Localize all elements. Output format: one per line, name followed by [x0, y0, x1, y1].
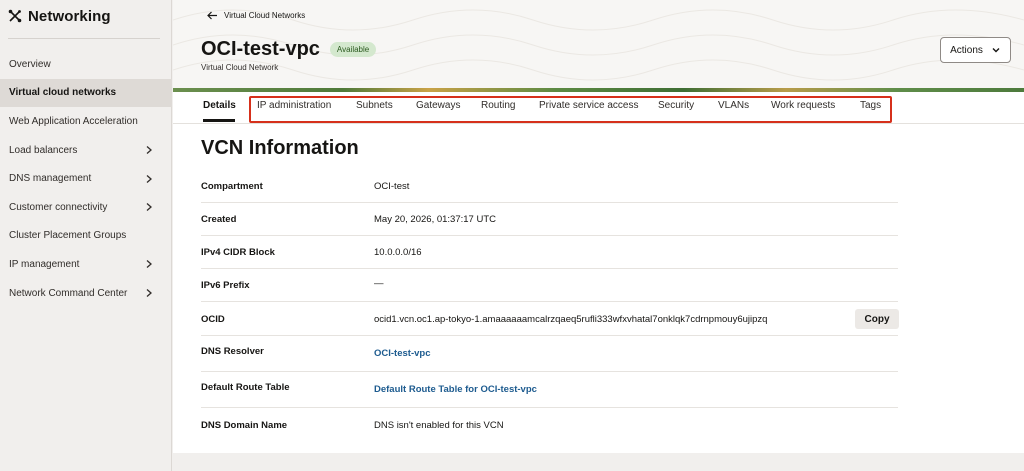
actions-button[interactable]: Actions: [940, 37, 1011, 63]
info-row-default-route-table: Default Route Table Default Route Table …: [201, 372, 898, 408]
sidebar-item-label: Load balancers: [9, 144, 78, 156]
info-label: IPv4 CIDR Block: [201, 247, 275, 258]
brand: Networking: [8, 6, 111, 26]
info-value: OCI-test: [374, 181, 410, 192]
sidebar-nav: Overview Virtual cloud networks Web Appl…: [0, 50, 172, 307]
sidebar-item-label: Customer connectivity: [9, 201, 108, 213]
chevron-right-icon: [146, 260, 152, 269]
networking-icon: [8, 9, 22, 23]
sidebar: Networking Overview Virtual cloud networ…: [0, 0, 172, 471]
tabs-bar: Details IP administration Subnets Gatewa…: [173, 92, 1024, 124]
dns-resolver-link[interactable]: OCI-test-vpc: [374, 348, 430, 359]
section-title: VCN Information: [201, 137, 359, 159]
main-content: Virtual Cloud Networks OCI-test-vpc Avai…: [173, 0, 1024, 471]
info-label: DNS Domain Name: [201, 420, 288, 431]
sidebar-title: Networking: [28, 7, 111, 25]
sidebar-item-label: IP management: [9, 258, 80, 270]
tab-vlans[interactable]: VLANs: [718, 100, 749, 111]
sidebar-item-label: Cluster Placement Groups: [9, 230, 127, 242]
sidebar-item-label: Virtual cloud networks: [9, 87, 117, 99]
tab-routing[interactable]: Routing: [481, 100, 515, 111]
back-link-label: Virtual Cloud Networks: [224, 11, 306, 20]
sidebar-item-network-command-center[interactable]: Network Command Center: [0, 279, 172, 308]
sidebar-item-label: DNS management: [9, 173, 92, 185]
info-value: 10.0.0.0/16: [374, 247, 422, 258]
sidebar-item-load-balancers[interactable]: Load balancers: [0, 136, 172, 165]
tab-security[interactable]: Security: [658, 100, 694, 111]
sidebar-item-label: Overview: [9, 58, 51, 70]
info-value: May 20, 2026, 01:37:17 UTC: [374, 214, 496, 225]
info-label: Default Route Table: [201, 382, 290, 393]
chevron-right-icon: [146, 203, 152, 212]
sidebar-item-customer-connectivity[interactable]: Customer connectivity: [0, 193, 172, 222]
copy-button[interactable]: Copy: [855, 309, 899, 329]
info-value: —: [374, 278, 384, 289]
tab-tags[interactable]: Tags: [860, 100, 881, 111]
active-tab-indicator: [203, 119, 235, 122]
tab-work-requests[interactable]: Work requests: [771, 100, 835, 111]
sidebar-item-label: Web Application Acceleration: [9, 115, 138, 127]
page-header: Virtual Cloud Networks OCI-test-vpc Avai…: [173, 0, 1024, 92]
info-label: Created: [201, 214, 237, 225]
info-label: Compartment: [201, 181, 263, 192]
chevron-right-icon: [146, 174, 152, 183]
sidebar-item-cluster-placement-groups[interactable]: Cluster Placement Groups: [0, 222, 172, 251]
info-row-ipv4-cidr: IPv4 CIDR Block 10.0.0.0/16: [201, 236, 898, 269]
sidebar-item-overview[interactable]: Overview: [0, 50, 172, 79]
page-title: OCI-test-vpc: [201, 38, 320, 60]
page-subtitle: Virtual Cloud Network: [201, 63, 279, 72]
tab-gateways[interactable]: Gateways: [416, 100, 460, 111]
info-label: DNS Resolver: [201, 346, 264, 357]
footer-band: [173, 453, 1024, 471]
info-label: OCID: [201, 314, 225, 325]
title-row: OCI-test-vpc Available: [201, 38, 377, 61]
tab-subnets[interactable]: Subnets: [356, 100, 393, 111]
tab-details[interactable]: Details: [203, 100, 236, 111]
info-row-created: Created May 20, 2026, 01:37:17 UTC: [201, 203, 898, 236]
info-row-ocid: OCID ocid1.vcn.oc1.ap-tokyo-1.amaaaaaamc…: [201, 302, 899, 336]
info-row-dns-domain-name: DNS Domain Name DNS isn't enabled for th…: [201, 408, 898, 442]
sidebar-item-label: Network Command Center: [9, 287, 128, 299]
info-row-ipv6-prefix: IPv6 Prefix —: [201, 269, 898, 302]
chevron-down-icon: [992, 48, 1000, 53]
actions-button-label: Actions: [950, 44, 983, 56]
sidebar-item-virtual-cloud-networks[interactable]: Virtual cloud networks: [0, 78, 172, 108]
info-label: IPv6 Prefix: [201, 280, 250, 291]
tab-private-service-access[interactable]: Private service access: [539, 100, 638, 111]
default-route-table-link[interactable]: Default Route Table for OCI-test-vpc: [374, 384, 537, 395]
sidebar-item-dns-management[interactable]: DNS management: [0, 164, 172, 193]
back-to-vcn-list-link[interactable]: Virtual Cloud Networks: [207, 11, 305, 20]
tab-ip-administration[interactable]: IP administration: [257, 100, 331, 111]
sidebar-item-web-application-acceleration[interactable]: Web Application Acceleration: [0, 107, 172, 136]
ocid-value: ocid1.vcn.oc1.ap-tokyo-1.amaaaaaamcalrzq…: [374, 314, 768, 325]
sidebar-item-ip-management[interactable]: IP management: [0, 250, 172, 279]
arrow-left-icon: [207, 11, 217, 20]
status-badge: Available: [329, 42, 377, 57]
chevron-right-icon: [146, 146, 152, 155]
info-value: DNS isn't enabled for this VCN: [374, 420, 504, 431]
chevron-right-icon: [146, 289, 152, 298]
info-row-compartment: Compartment OCI-test: [201, 170, 898, 203]
sidebar-divider: [8, 38, 160, 39]
vcn-info-table: Compartment OCI-test Created May 20, 202…: [201, 170, 899, 442]
info-row-dns-resolver: DNS Resolver OCI-test-vpc: [201, 336, 898, 372]
